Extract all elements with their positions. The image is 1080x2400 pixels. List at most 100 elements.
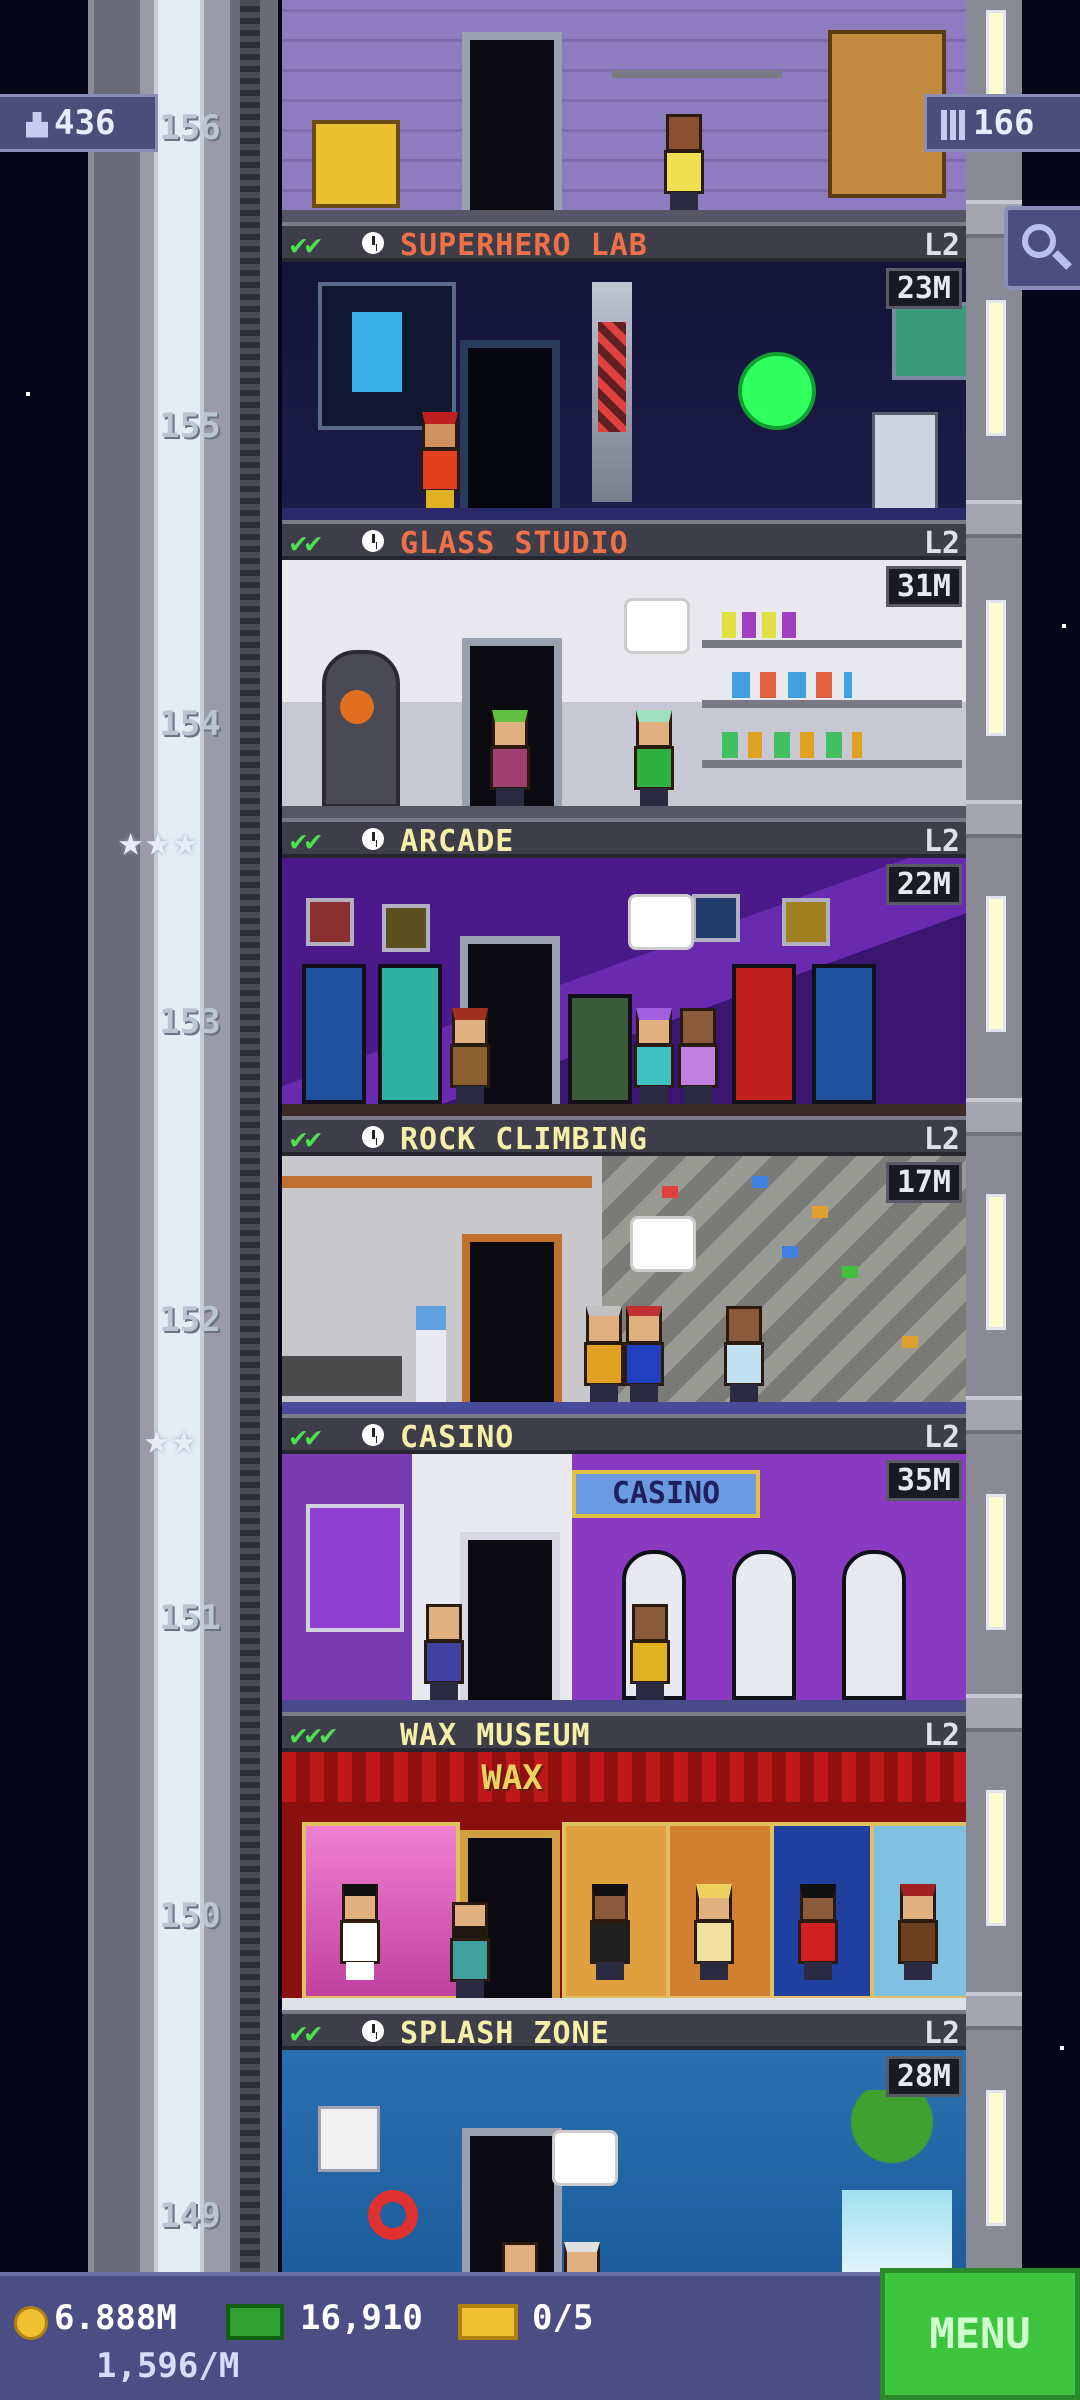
wall-light [986,300,1006,436]
visitor-character [422,1604,466,1700]
menu-button[interactable]: MENU [880,2268,1080,2400]
floor-glass-studio[interactable]: ✔✔ GLASS STUDIO L2 31M [282,520,966,818]
clock-icon [362,1424,384,1446]
arcade-machine [812,964,876,1104]
check-icons: ✔✔ [290,2016,322,2049]
room-interior [282,2050,966,2272]
floor-header: ✔✔✔ WAX MUSEUM L2 [282,1712,966,1753]
wall-bracket [966,1098,1022,1136]
clock-icon [362,828,384,850]
coin-icon [14,2306,48,2340]
check-icons: ✔✔ [290,526,322,559]
visitor-character [676,1008,720,1104]
wall-light [986,896,1006,1032]
wood-frame [282,1176,592,1188]
room-door [460,340,560,508]
elevator-floor-number: 156 [159,108,221,148]
water-cooler [416,1306,446,1414]
hero-hologram [352,312,402,392]
ticket-icon [458,2304,518,2340]
floors-badge[interactable]: 166 [924,94,1080,152]
floor-name: GLASS STUDIO [400,526,629,561]
wall-bracket [966,500,1022,538]
wall-frame [692,894,740,942]
tickets-value: 0/5 [532,2298,594,2338]
elevator-floor-number: 151 [159,1598,221,1638]
wall-light [986,1194,1006,1330]
visitor-character [448,1008,492,1104]
elevator-floor-number: 150 [159,1896,221,1936]
climber-character [622,1306,666,1402]
floor-rock-climbing[interactable]: ✔✔ ROCK CLIMBING L2 17M [282,1116,966,1414]
coins-rate: 1,596/M [96,2346,240,2386]
clock-icon [362,232,384,254]
casino-sign: CASINO [572,1470,760,1518]
wall-light [986,1790,1006,1926]
floor-line [282,210,966,222]
masked-hero-character [418,412,462,508]
floor-earnings: 35M [885,1460,962,1501]
glass-vases [722,612,802,638]
glass-shelf [702,700,962,708]
population-badge[interactable]: 436 [0,94,158,152]
search-button[interactable] [1004,206,1080,290]
room-interior [282,858,966,1116]
floor-arcade[interactable]: ✔✔ ARCADE L2 22M [282,818,966,1116]
wall-frame [306,898,354,946]
visitor-character [560,2242,604,2272]
climber-character [582,1306,626,1402]
floor-level: L2 [923,2016,960,2051]
glass-furnace [322,650,400,808]
glassblower-character [632,710,676,806]
floor-header: ✔✔ ROCK CLIMBING L2 [282,1116,966,1157]
visitor-character [448,1902,492,1998]
arcade-machine [378,964,442,1104]
building-icon [941,109,965,140]
floor-line [282,806,966,818]
floor-line [282,508,966,520]
floor-name: CASINO [400,1420,515,1455]
climbing-hold [662,1186,678,1198]
check-icons: ✔✔ [290,824,322,857]
furnace-fire [340,690,374,724]
floor-level: L2 [923,1122,960,1157]
bux-icon [226,2304,284,2340]
wax-figure [692,1884,736,1980]
energy-tube [598,322,626,432]
magnifier-icon [1022,224,1056,258]
person-icon [26,111,48,138]
room-interior [282,1156,966,1414]
population-count: 436 [54,103,116,143]
gambler-character [628,1604,672,1700]
sky-star [26,392,30,396]
computer-terminal [872,412,938,514]
room-door [460,1532,560,1700]
floor-level: L2 [923,1420,960,1455]
floor-header: ✔✔ SUPERHERO LAB L2 [282,222,966,263]
visitor-character [488,710,532,806]
arcade-machine [302,964,366,1104]
floor-earnings: 22M [885,864,962,905]
cocoa-kettle [312,120,400,208]
wall-light [986,600,1006,736]
partial-top-floor[interactable] [282,0,966,222]
floor-name: WAX MUSEUM [400,1718,591,1753]
floor-casino[interactable]: ✔✔ CASINO L2 CASINO 35M [282,1414,966,1712]
glass-vases [722,732,862,758]
floor-superhero-lab[interactable]: ✔✔ SUPERHERO LAB L2 23M [282,222,966,520]
waterfall [842,2190,952,2272]
elevator-floor-number: 152 [159,1300,221,1340]
floor-name: ARCADE [400,824,515,859]
worker-character [662,114,706,210]
floor-line [282,1104,966,1116]
floor-splash-zone[interactable]: ✔✔ SPLASH ZONE L2 28M [282,2010,966,2272]
climbing-hold [902,1336,918,1348]
climbing-hold [752,1176,768,1188]
floor-earnings: 17M [885,1162,962,1203]
floor-wax-museum[interactable]: ✔✔✔ WAX MUSEUM L2 WAX [282,1712,966,2010]
floor-name: SPLASH ZONE [400,2016,610,2051]
wall-frame [782,898,830,946]
wall-bracket [966,1992,1022,2030]
elevator-floor-number: 154 [159,704,221,744]
tower-right-wall [966,0,1022,2272]
